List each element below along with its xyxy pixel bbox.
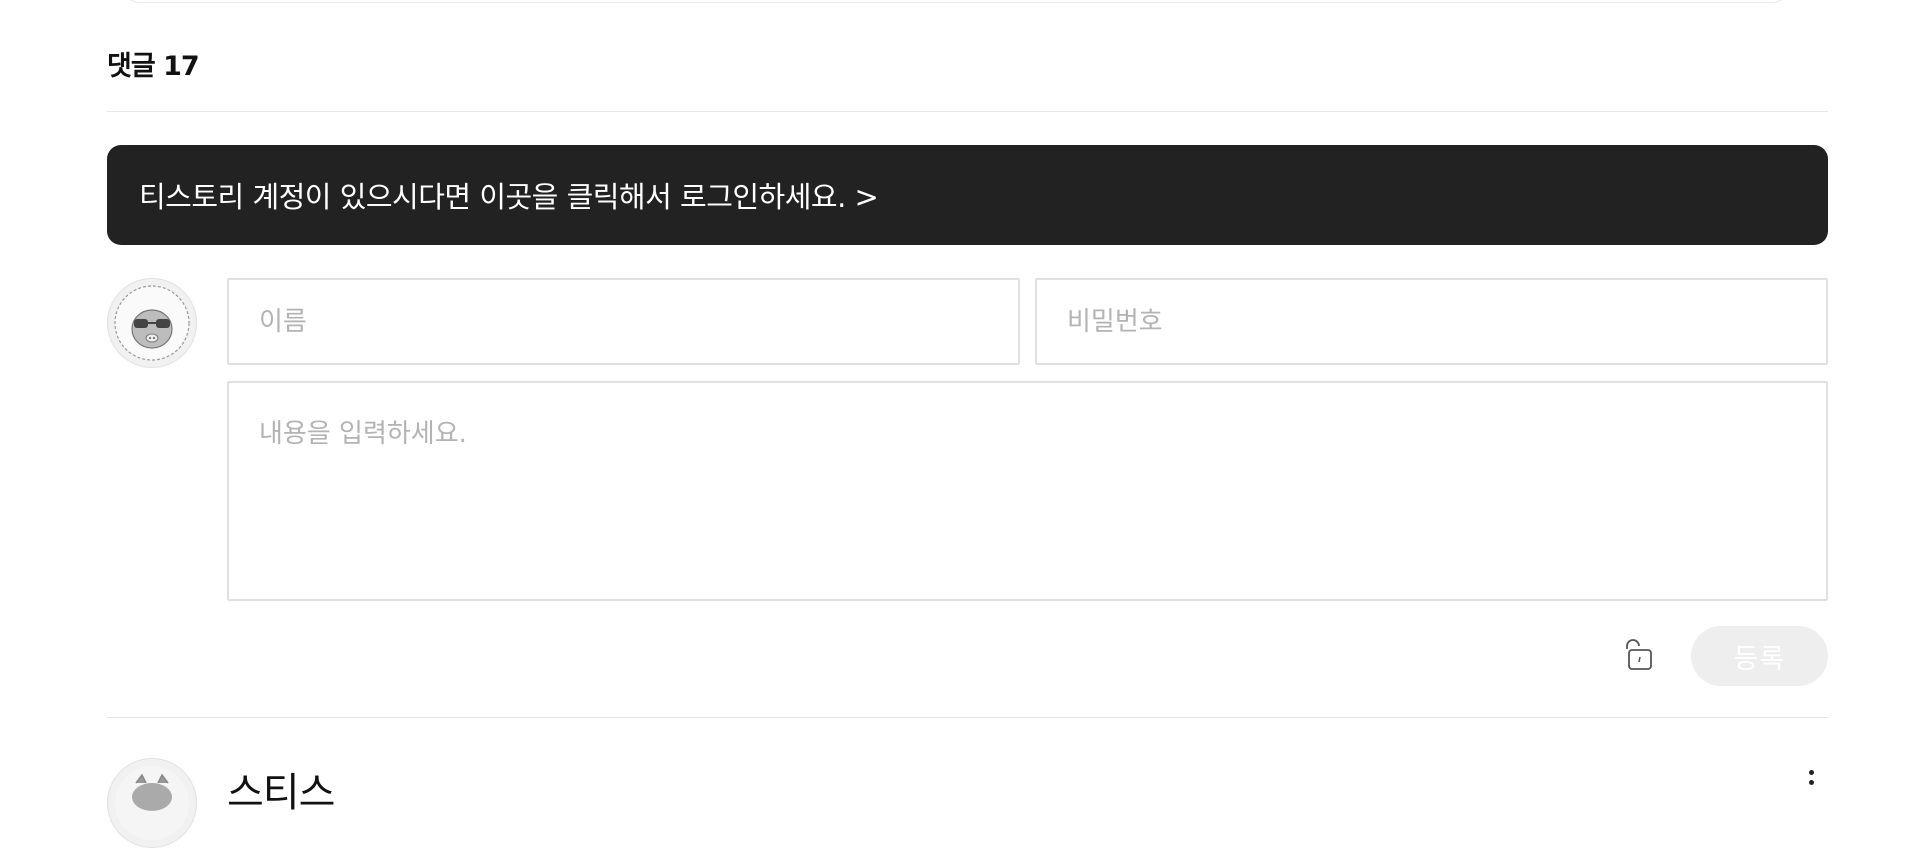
name-input[interactable] (227, 278, 1020, 365)
comment-content-textarea[interactable] (227, 381, 1828, 601)
submit-button[interactable]: 등록 (1691, 626, 1828, 686)
comment-count-title: 댓글 17 (107, 51, 200, 82)
unlock-icon[interactable] (1621, 638, 1655, 672)
avatar-icon (115, 766, 189, 840)
previous-card-edge (125, 0, 1787, 3)
login-banner-text: 티스토리 계정이 있으시다면 이곳을 클릭해서 로그인하세요. > (139, 180, 879, 214)
password-input[interactable] (1035, 278, 1828, 365)
comment-header-divider (107, 111, 1828, 112)
comment-author-avatar (107, 758, 197, 848)
default-avatar-icon (114, 285, 190, 361)
comment-author-name[interactable]: 스티스 (227, 760, 335, 818)
form-bottom-divider (107, 717, 1828, 718)
commenter-avatar (107, 278, 197, 368)
login-banner-button[interactable]: 티스토리 계정이 있으시다면 이곳을 클릭해서 로그인하세요. > (107, 145, 1828, 245)
